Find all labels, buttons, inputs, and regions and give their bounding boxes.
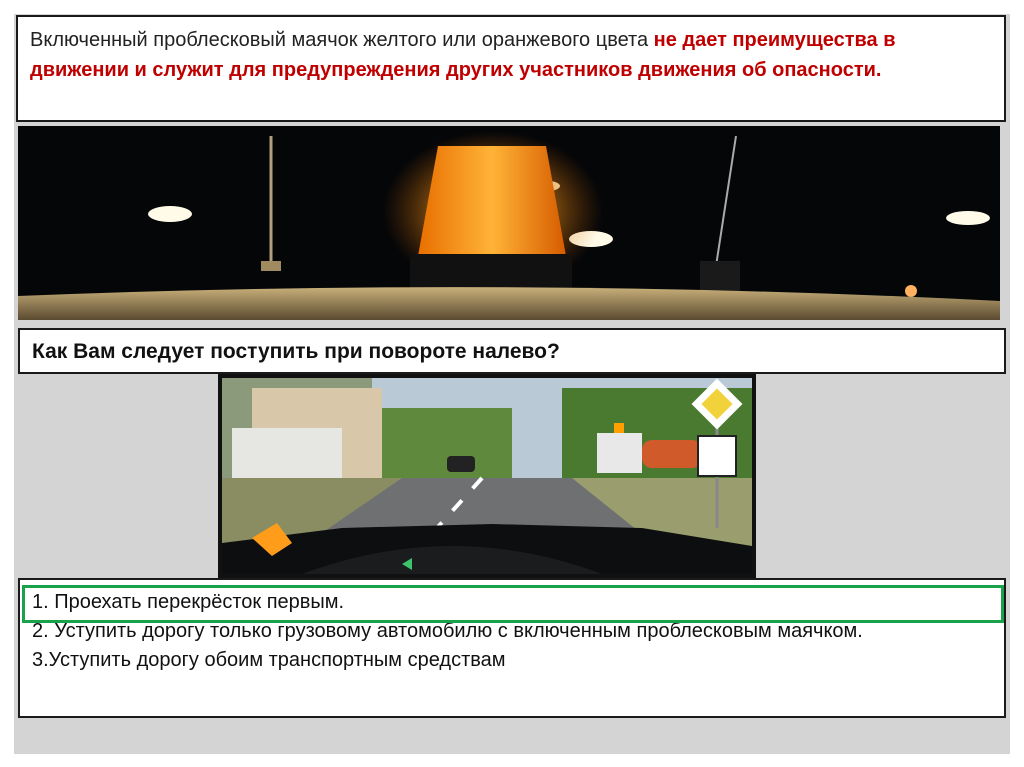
question-box: Как Вам следует поступить при повороте н… [18, 328, 1006, 374]
road-illustration [222, 378, 752, 574]
intro-text-highlight-end: движения об опасности. [638, 59, 882, 81]
question-text: Как Вам следует поступить при повороте н… [32, 340, 560, 363]
correct-answer-highlight [22, 585, 1004, 623]
beacon-photo [18, 126, 1000, 320]
answer-option-3[interactable]: 3.Уступить дорогу обоим транспортным сре… [32, 646, 992, 675]
road-photo [218, 374, 756, 578]
intro-box: Включенный проблесковый маячок желтого и… [16, 15, 1006, 122]
intro-text: Включенный проблесковый маячок желтого и… [30, 25, 992, 85]
intro-text-plain: Включенный проблесковый маячок желтого и… [30, 29, 654, 51]
beacon-illustration [18, 126, 1000, 320]
